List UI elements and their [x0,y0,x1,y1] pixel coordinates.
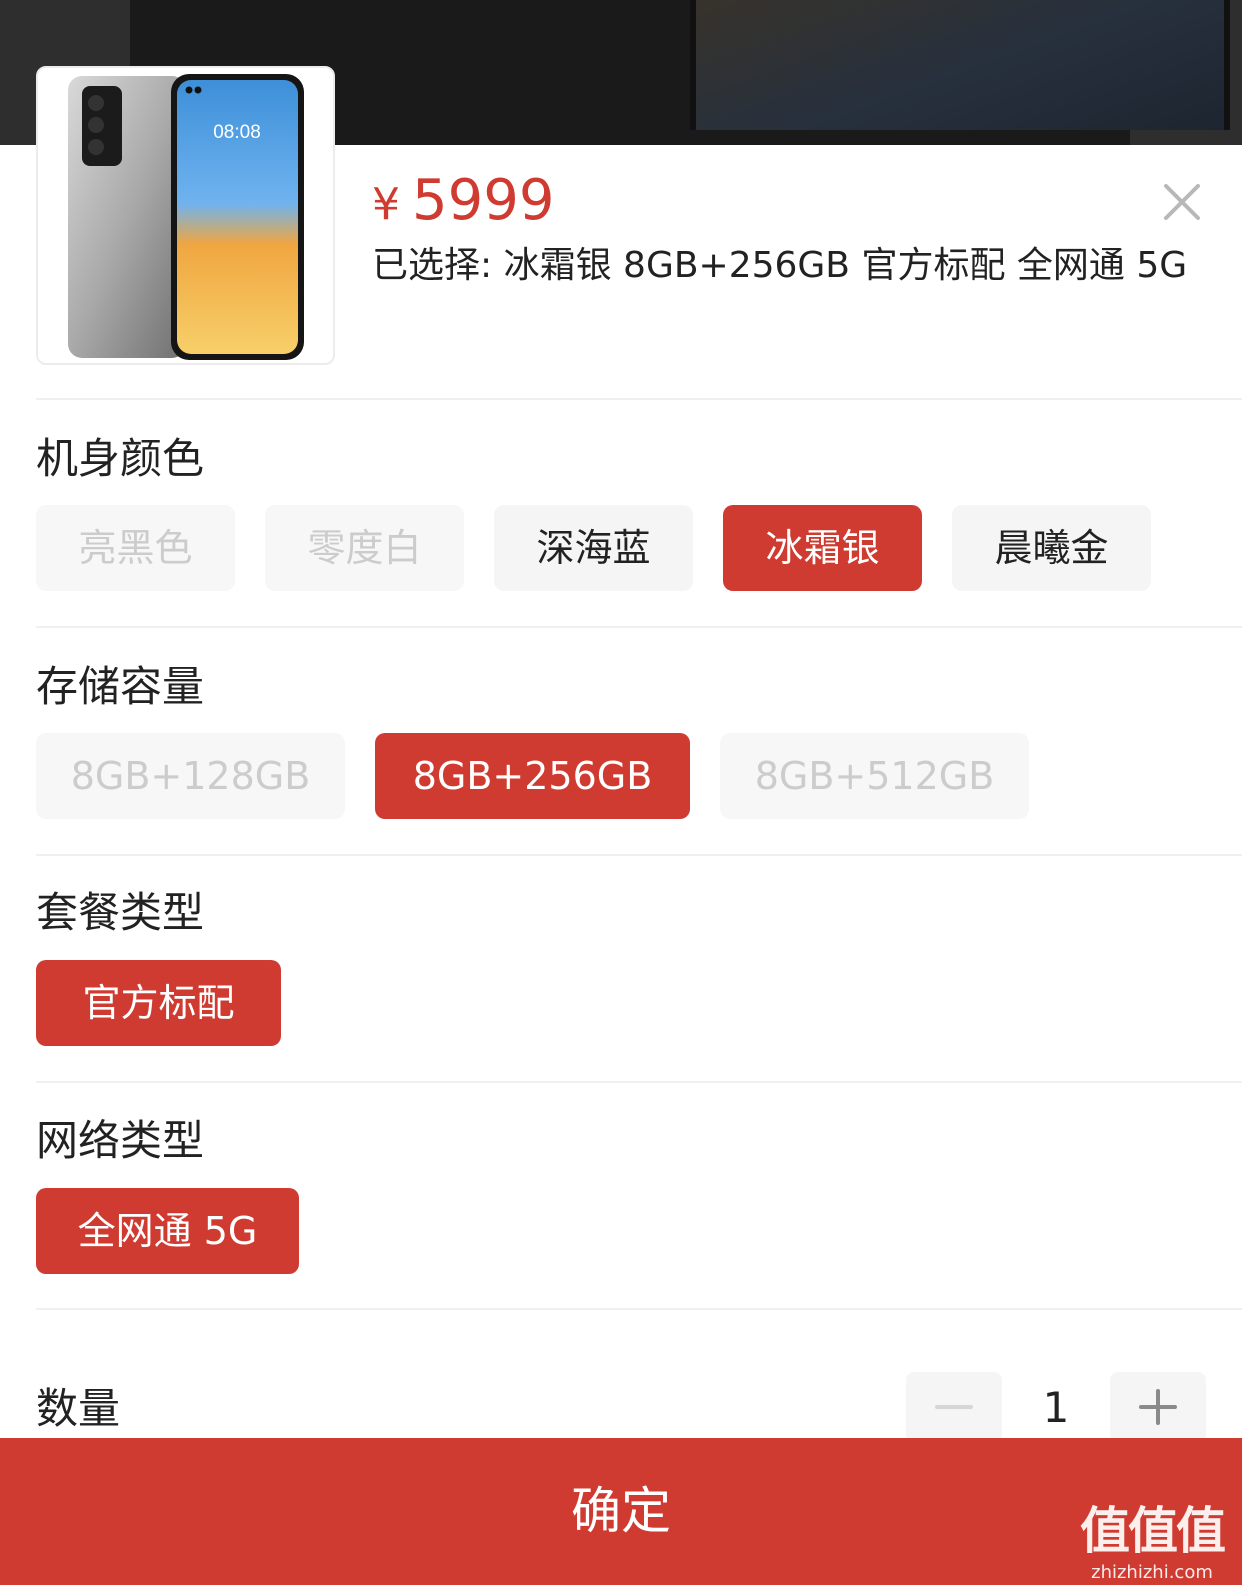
watermark-url: zhizhizhi.com [1091,1562,1213,1583]
group-title-storage: 存储容量 [36,662,205,711]
option-network-5g[interactable]: 全网通 5G [36,1188,299,1274]
quantity-decrement-button[interactable] [906,1372,1002,1442]
thumb-clock: 08:08 [213,122,261,143]
selected-prefix: 已选择: [372,245,493,286]
product-thumbnail: 08:08 [36,66,335,365]
option-storage-512gb[interactable]: 8GB+512GB [720,733,1029,819]
option-color-bright-black[interactable]: 亮黑色 [36,505,235,591]
option-color-frost-silver[interactable]: 冰霜银 [723,505,922,591]
group-title-package: 套餐类型 [36,888,205,937]
price-value: 5999 [412,168,555,233]
option-color-deep-sea-blue[interactable]: 深海蓝 [494,505,693,591]
close-icon[interactable] [1160,180,1204,224]
confirm-button[interactable]: 确定 [0,1438,1242,1585]
group-title-network: 网络类型 [36,1116,205,1165]
divider [36,1081,1242,1083]
option-storage-128gb[interactable]: 8GB+128GB [36,733,345,819]
watermark: 值值值 zhizhizhi.com [1080,1500,1226,1584]
quantity-increment-button[interactable] [1110,1372,1206,1442]
option-color-zero-white[interactable]: 零度白 [265,505,464,591]
divider [36,854,1242,856]
divider [36,1308,1242,1310]
option-color-dawn-gold[interactable]: 晨曦金 [952,505,1151,591]
option-storage-256gb[interactable]: 8GB+256GB [375,733,690,819]
selected-value: 冰霜银 8GB+256GB 官方标配 全网通 5G [503,245,1188,286]
selected-summary: 已选择: 冰霜银 8GB+256GB 官方标配 全网通 5G [372,236,1202,296]
watermark-logo: 值值值 [1080,1502,1226,1560]
divider [36,626,1242,628]
currency-symbol: ¥ [372,179,400,230]
quantity-label: 数量 [36,1384,121,1433]
option-package-official[interactable]: 官方标配 [36,960,281,1046]
quantity-value[interactable]: 1 [1006,1380,1106,1436]
minus-icon [935,1405,973,1409]
group-title-color: 机身颜色 [36,434,205,483]
price: ¥5999 [372,168,555,238]
divider [36,398,1242,400]
plus-icon [1139,1389,1177,1425]
